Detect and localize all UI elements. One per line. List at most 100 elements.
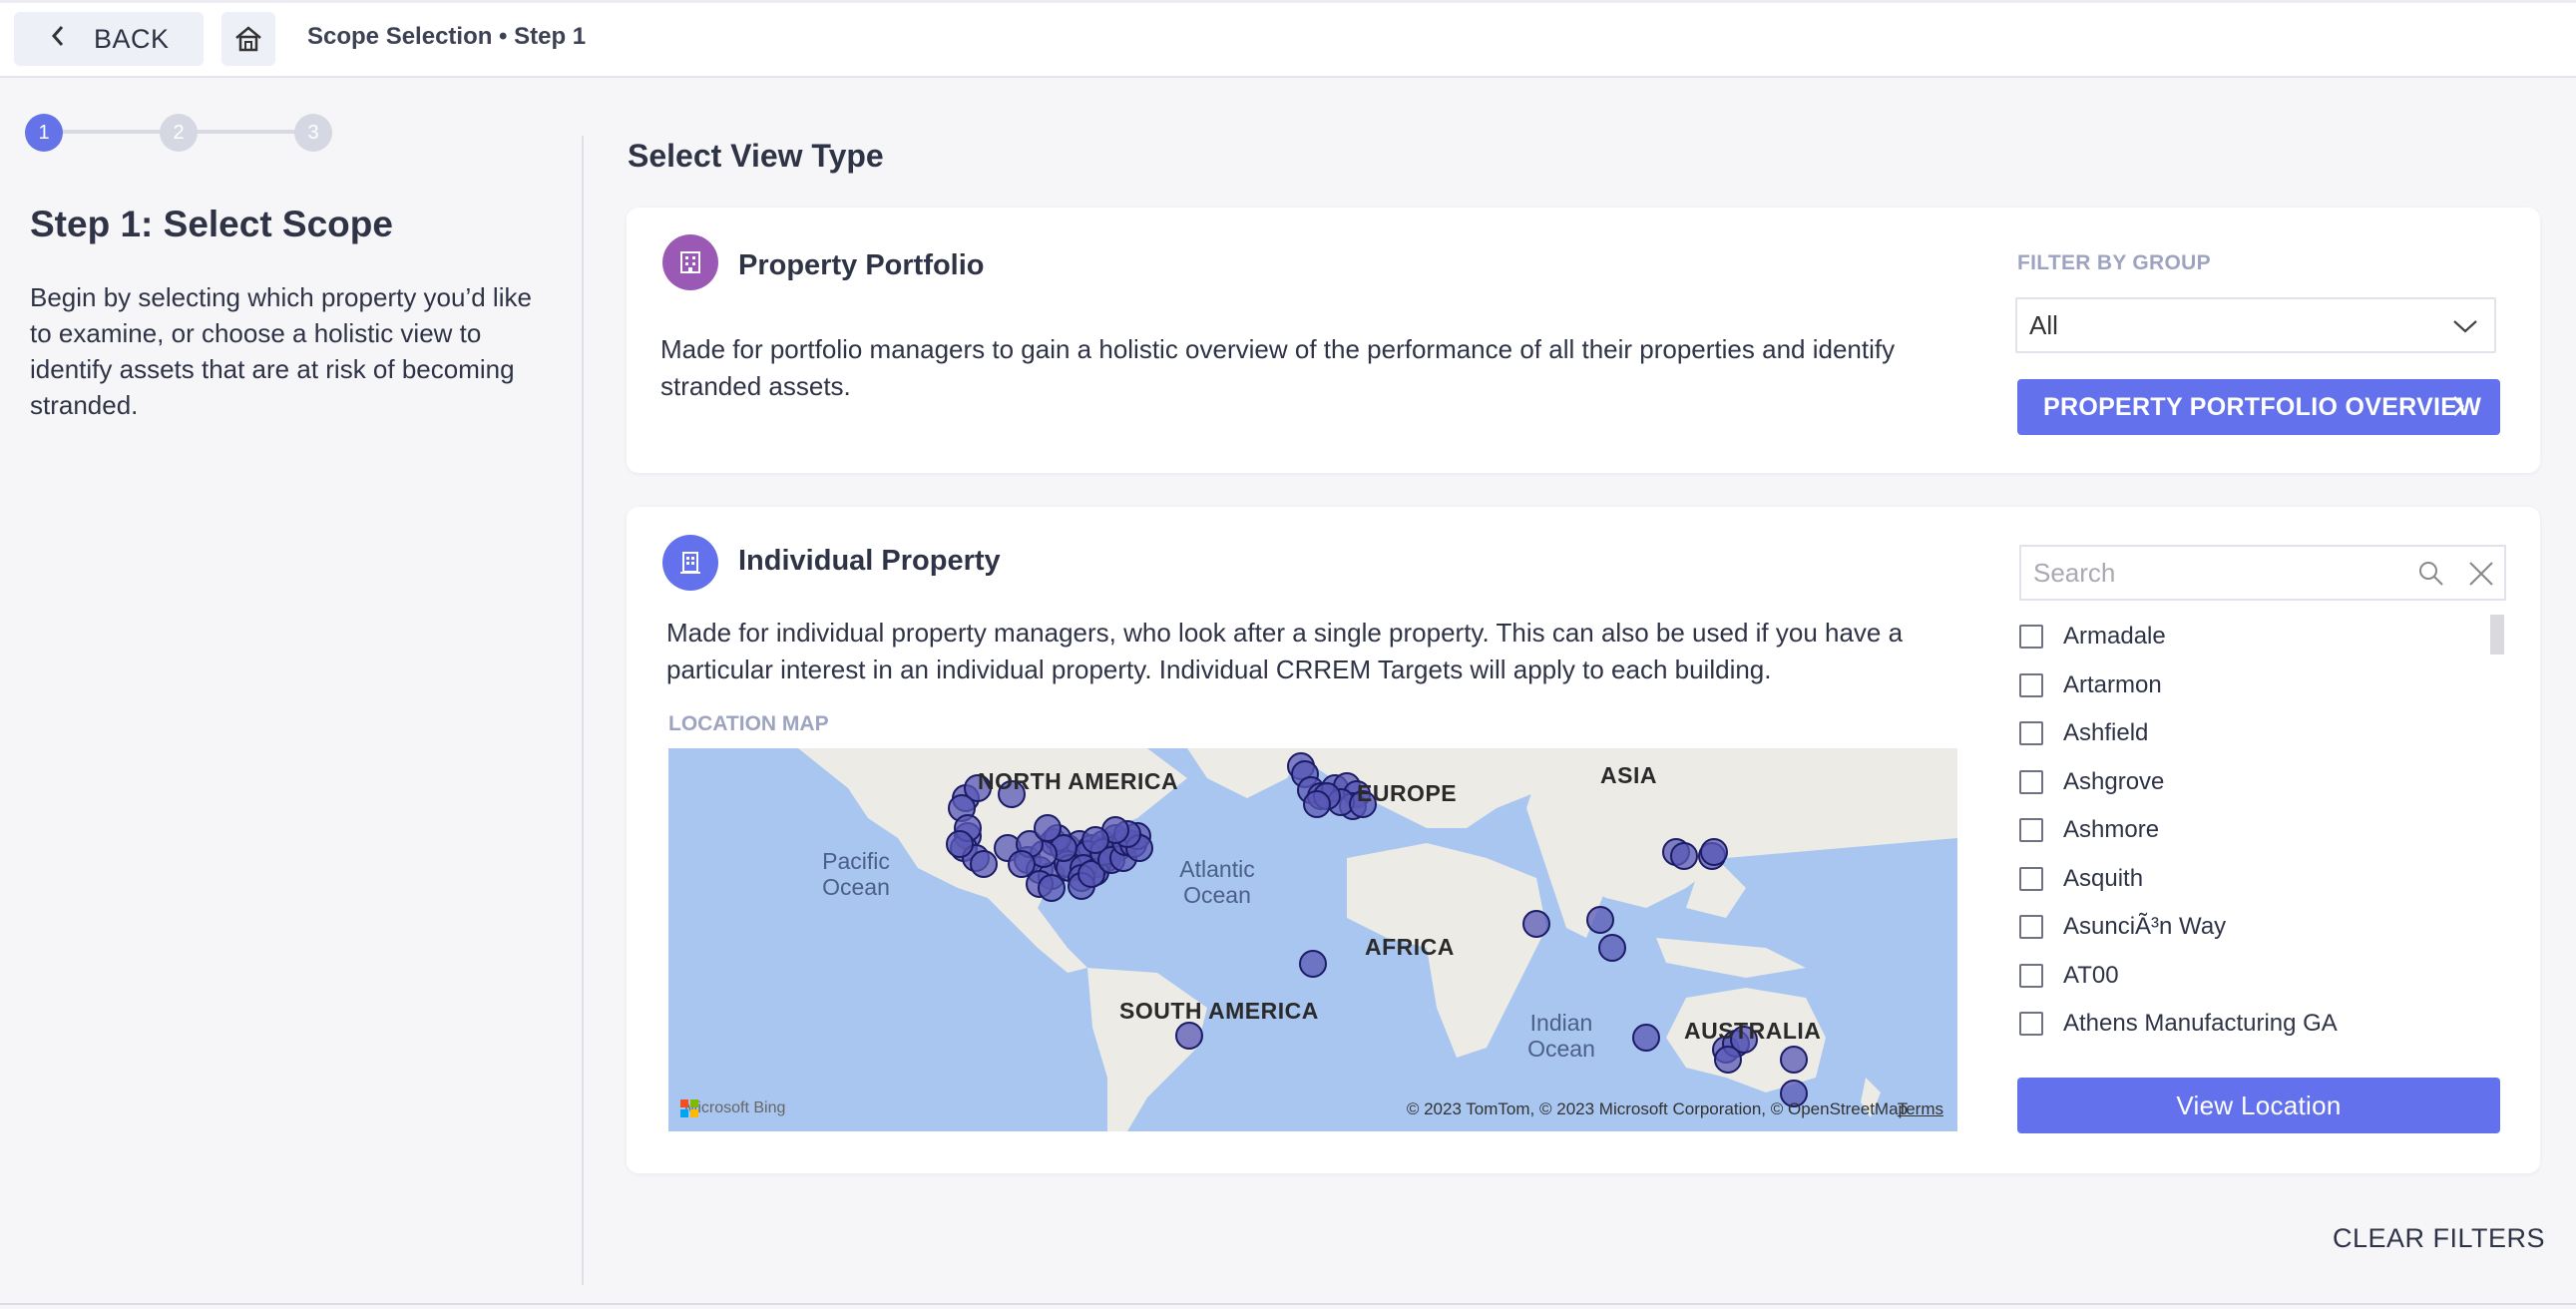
checkbox[interactable]	[2019, 963, 2043, 988]
map-copyright: © 2023 TomTom, © 2023 Microsoft Corporat…	[1406, 1099, 1908, 1118]
continent-label: EUROPE	[1357, 780, 1458, 806]
view-location-button[interactable]: View Location	[2017, 1078, 2500, 1133]
checkbox[interactable]	[2019, 721, 2043, 746]
step-2[interactable]: 2	[160, 114, 198, 152]
clear-search-icon[interactable]	[2466, 559, 2496, 596]
checkbox[interactable]	[2019, 769, 2043, 794]
ocean-label: Atlantic Ocean	[1179, 856, 1255, 908]
list-item-label: AT00	[2063, 961, 2119, 989]
list-item-label: Artarmon	[2063, 670, 2162, 698]
step-connector	[58, 130, 166, 134]
building-icon	[662, 234, 718, 290]
list-item[interactable]: AT00	[2019, 952, 2506, 1001]
checkbox[interactable]	[2019, 818, 2043, 843]
chevron-left-icon	[50, 24, 66, 54]
bing-logo: Microsoft Bing	[680, 1099, 785, 1117]
ocean-label: Pacific Ocean	[822, 848, 890, 900]
map-terms-link[interactable]: Terms	[1898, 1099, 1943, 1119]
list-item-label: Armadale	[2063, 623, 2166, 651]
map-marker[interactable]	[1038, 874, 1066, 902]
microsoft-logo-icon	[680, 1099, 698, 1117]
map-marker[interactable]	[1700, 838, 1728, 866]
property-list: Armadale Artarmon Ashfield Ashgrove Ashmore A…	[2019, 613, 2506, 1036]
step-title: Step 1: Select Scope	[30, 204, 393, 244]
checkbox[interactable]	[2019, 672, 2043, 697]
map-marker[interactable]	[1670, 842, 1698, 870]
step-3[interactable]: 3	[294, 114, 332, 152]
map-marker[interactable]	[1586, 906, 1614, 934]
step-description: Begin by selecting which property you’d …	[30, 282, 532, 420]
list-item-label: AsunciÃ³n Way	[2063, 913, 2227, 941]
map-marker[interactable]	[1303, 790, 1331, 818]
individual-property-card: Individual Property Made for individual …	[627, 507, 2540, 1173]
list-item-label: Ashmore	[2063, 816, 2160, 844]
portfolio-overview-label: PROPERTY PORTFOLIO OVERVIEW	[2043, 392, 2482, 421]
property-portfolio-card: Property Portfolio Made for portfolio ma…	[627, 208, 2540, 473]
list-item[interactable]: Athens Manufacturing GA	[2019, 1000, 2506, 1036]
portfolio-heading: Property Portfolio	[738, 249, 985, 281]
map-marker[interactable]	[1299, 950, 1327, 978]
individual-heading: Individual Property	[738, 545, 1001, 577]
list-item[interactable]: Artarmon	[2019, 661, 2506, 710]
back-button[interactable]: BACK	[14, 12, 204, 66]
checkbox[interactable]	[2019, 915, 2043, 940]
list-item-label: Athens Manufacturing GA	[2063, 1010, 2338, 1036]
map-marker[interactable]	[946, 830, 974, 858]
list-item[interactable]: Asquith	[2019, 855, 2506, 904]
continent-label: SOUTH AMERICA	[1119, 998, 1319, 1024]
continent-label: ASIA	[1600, 762, 1657, 788]
list-item[interactable]: AsunciÃ³n Way	[2019, 903, 2506, 952]
bing-label: Microsoft Bing	[684, 1099, 786, 1116]
map-marker[interactable]	[1034, 814, 1062, 842]
map-marker[interactable]	[1780, 1046, 1808, 1074]
portfolio-description: Made for portfolio managers to gain a ho…	[660, 334, 1896, 401]
search-placeholder: Search	[2033, 557, 2116, 588]
continent-label: AUSTRALIA	[1684, 1018, 1822, 1044]
top-bar: BACK Scope Selection • Step 1	[0, 0, 2576, 78]
list-item[interactable]: Ashmore	[2019, 806, 2506, 855]
map-marker[interactable]	[1081, 826, 1109, 854]
map-marker[interactable]	[1522, 910, 1550, 938]
checkbox[interactable]	[2019, 625, 2043, 650]
world-map-land	[798, 748, 1957, 1131]
ocean-label: Indian Ocean	[1527, 1010, 1595, 1062]
list-item[interactable]: Ashfield	[2019, 709, 2506, 758]
back-label: BACK	[94, 23, 170, 54]
location-map[interactable]: NORTH AMERICA EUROPE ASIA AFRICA SOUTH A…	[668, 748, 1957, 1131]
checkbox[interactable]	[2019, 1012, 2043, 1036]
clear-filters-button[interactable]: CLEAR FILTERS	[2333, 1223, 2545, 1254]
map-marker[interactable]	[970, 850, 998, 878]
map-marker[interactable]	[1598, 934, 1626, 962]
checkbox[interactable]	[2019, 866, 2043, 891]
step-1[interactable]: 1	[25, 114, 63, 152]
breadcrumb: Scope Selection • Step 1	[307, 23, 587, 50]
section-title: Select View Type	[628, 138, 884, 174]
map-marker[interactable]	[1714, 1046, 1742, 1074]
view-location-label: View Location	[2176, 1090, 2342, 1120]
property-search-input[interactable]: Search	[2019, 545, 2506, 601]
divider	[582, 136, 584, 1285]
list-item-label: Ashgrove	[2063, 767, 2165, 795]
portfolio-overview-button[interactable]: PROPERTY PORTFOLIO OVERVIEW	[2017, 379, 2500, 435]
list-item[interactable]: Armadale	[2019, 613, 2506, 661]
office-building-icon	[662, 535, 718, 591]
list-item-label: Asquith	[2063, 864, 2144, 892]
group-filter-select[interactable]: All	[2015, 297, 2496, 353]
map-label: LOCATION MAP	[668, 712, 829, 735]
chevron-down-icon	[2450, 311, 2480, 348]
individual-description: Made for individual property managers, w…	[666, 618, 1904, 684]
home-button[interactable]	[221, 12, 275, 66]
list-scrollbar[interactable]	[2490, 615, 2504, 654]
map-marker[interactable]	[1008, 850, 1036, 878]
search-icon[interactable]	[2416, 559, 2446, 596]
continent-label: AFRICA	[1365, 934, 1455, 960]
map-marker[interactable]	[1175, 1022, 1203, 1050]
map-marker[interactable]	[1632, 1024, 1660, 1052]
step-connector	[196, 130, 301, 134]
continent-label: NORTH AMERICA	[978, 768, 1179, 794]
filter-label: FILTER BY GROUP	[2017, 251, 2211, 274]
chevron-right-icon	[2450, 393, 2466, 426]
list-item-label: Ashfield	[2063, 719, 2149, 747]
group-filter-value: All	[2029, 309, 2058, 340]
list-item[interactable]: Ashgrove	[2019, 758, 2506, 807]
